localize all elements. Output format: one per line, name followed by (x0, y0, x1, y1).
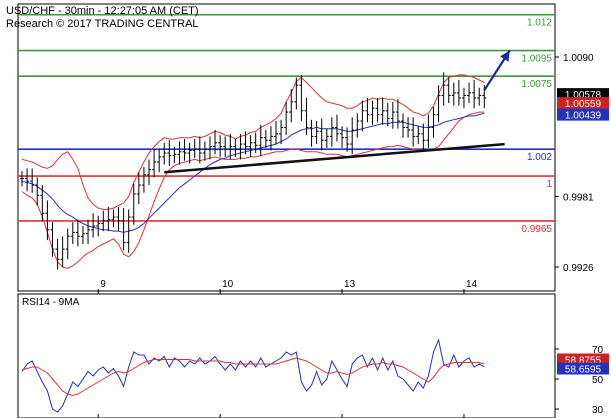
bollinger-upper (21, 74, 485, 210)
chart-canvas: 1.012 1.0095 1.0075 1.002 1 0.9965 RSI14 - 9M… (17, 3, 609, 418)
price-axis-label: 1.0090 (563, 53, 594, 64)
time-axis-label: 14 (466, 279, 478, 290)
price-tag-label: 1.00439 (565, 111, 602, 122)
level-label: 1.012 (527, 18, 552, 29)
price-axis-label: 0.9926 (563, 263, 594, 274)
rsi-title: RSI14 - 9MA (22, 297, 80, 308)
rsi-panel-frame (17, 293, 556, 418)
level-label: 1 (546, 179, 552, 190)
time-axis-label: 9 (100, 279, 106, 290)
level-label: 1.002 (527, 152, 552, 163)
level-label: 1.0075 (521, 79, 552, 90)
bollinger-lower (21, 111, 485, 269)
price-axis-label: 0.9981 (563, 193, 594, 204)
time-axis-label: 13 (344, 279, 356, 290)
level-label: 1.0095 (521, 54, 552, 65)
moving-average (21, 112, 485, 233)
chart-copyright: Research © 2017 TRADING CENTRAL (6, 18, 199, 30)
rsi-series-line (21, 338, 485, 413)
time-axis-label: 10 (222, 279, 234, 290)
rsi-series-line (21, 357, 485, 397)
rsi-tag-label: 58.6595 (565, 365, 602, 376)
price-tag-label: 1.00559 (565, 99, 602, 110)
rsi-axis-label: 50 (592, 375, 604, 386)
chart-title: USD/CHF - 30min - 12:27:05 AM (CET) (6, 5, 199, 17)
rsi-axis-label: 30 (592, 405, 604, 416)
level-label: 0.9965 (521, 224, 552, 235)
